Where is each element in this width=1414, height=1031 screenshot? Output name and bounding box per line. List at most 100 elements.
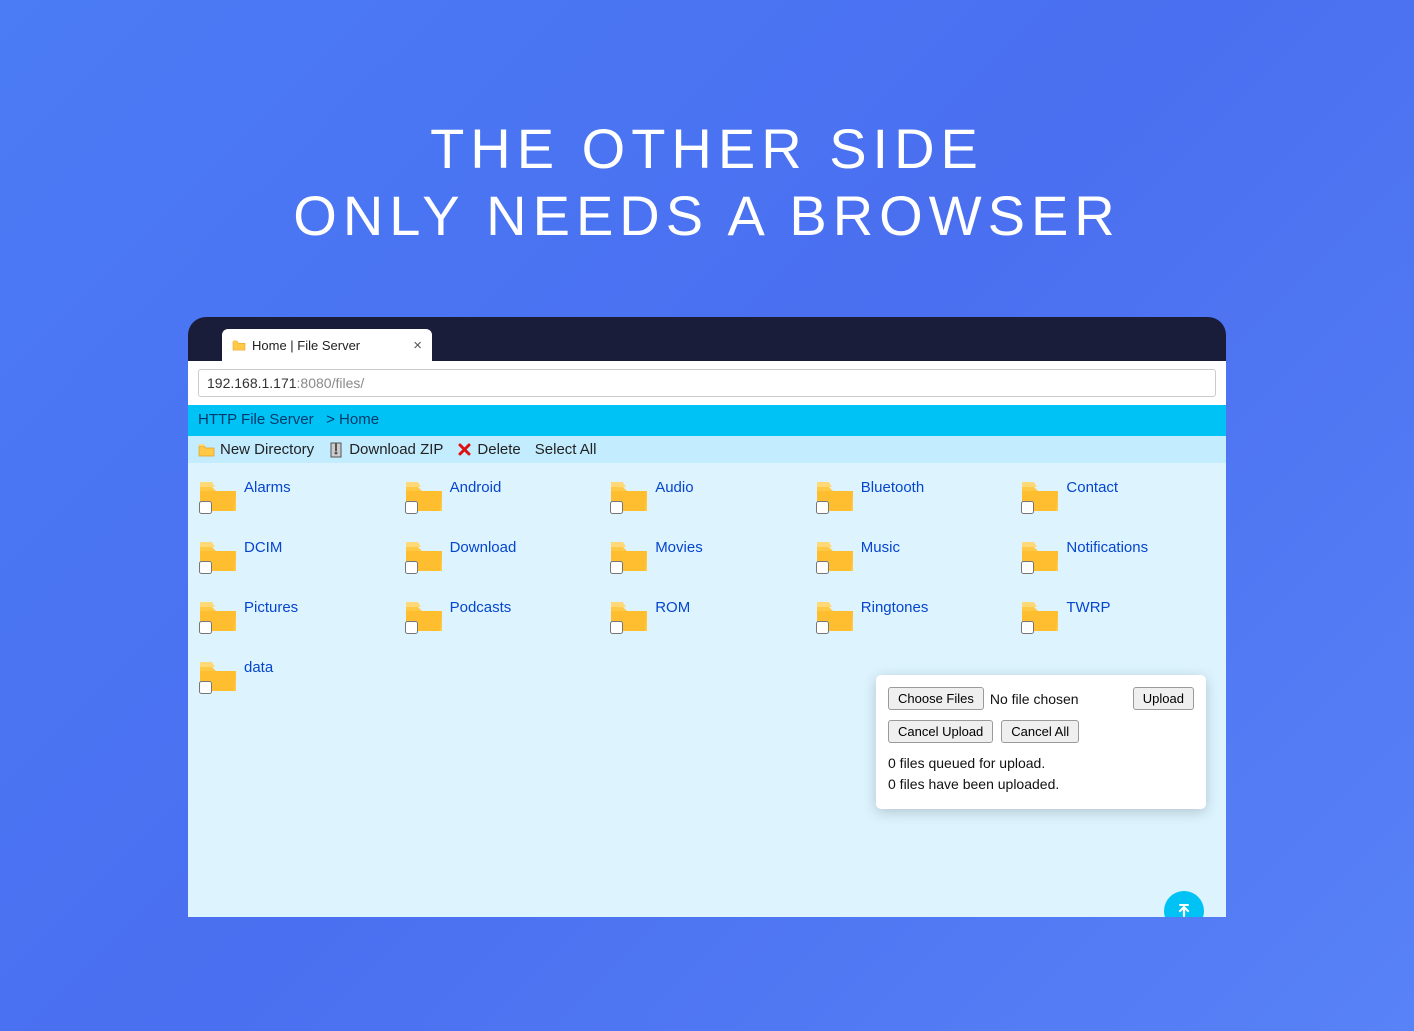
folder-icon xyxy=(1020,537,1060,575)
breadcrumb-sep: > xyxy=(326,411,335,428)
breadcrumb-app-link[interactable]: HTTP File Server xyxy=(198,411,314,428)
breadcrumb: HTTP File Server > Home xyxy=(188,405,1226,436)
folder-label[interactable]: Bluetooth xyxy=(861,479,924,496)
folder-checkbox[interactable] xyxy=(610,561,623,574)
breadcrumb-home-link[interactable]: Home xyxy=(339,411,379,428)
url-port-path: :8080/files/ xyxy=(297,375,365,391)
folder-label[interactable]: Podcasts xyxy=(450,599,512,616)
folder-checkbox[interactable] xyxy=(199,621,212,634)
upload-icon xyxy=(1174,901,1194,917)
delete-label: Delete xyxy=(477,441,520,458)
folder-label[interactable]: Movies xyxy=(655,539,703,556)
folder-icon xyxy=(198,477,238,515)
folder-item[interactable]: TWRP xyxy=(1020,597,1216,635)
folder-label[interactable]: TWRP xyxy=(1066,599,1110,616)
upload-button[interactable]: Upload xyxy=(1133,687,1194,710)
folder-item[interactable]: Music xyxy=(815,537,1011,575)
close-icon[interactable]: × xyxy=(413,337,422,354)
no-file-chosen-label: No file chosen xyxy=(990,691,1127,707)
folder-item[interactable]: Movies xyxy=(609,537,805,575)
folder-item[interactable]: Bluetooth xyxy=(815,477,1011,515)
folder-label[interactable]: Alarms xyxy=(244,479,291,496)
folder-item[interactable]: Ringtones xyxy=(815,597,1011,635)
folder-item[interactable]: Audio xyxy=(609,477,805,515)
folder-item[interactable]: Contact xyxy=(1020,477,1216,515)
folder-icon xyxy=(815,477,855,515)
folder-checkbox[interactable] xyxy=(610,501,623,514)
headline-line-2: ONLY NEEDS A BROWSER xyxy=(0,182,1414,249)
folder-label[interactable]: ROM xyxy=(655,599,690,616)
cancel-upload-button[interactable]: Cancel Upload xyxy=(888,720,993,743)
folder-checkbox[interactable] xyxy=(199,501,212,514)
url-bar[interactable]: 192.168.1.171:8080/files/ xyxy=(198,369,1216,397)
folder-item[interactable]: ROM xyxy=(609,597,805,635)
folder-item[interactable]: DCIM xyxy=(198,537,394,575)
upload-fab[interactable] xyxy=(1164,891,1204,917)
folder-label[interactable]: Contact xyxy=(1066,479,1118,496)
upload-status: 0 files queued for upload. 0 files have … xyxy=(888,753,1194,795)
folder-icon xyxy=(609,537,649,575)
browser-window: Home | File Server × 192.168.1.171:8080/… xyxy=(188,317,1226,917)
select-all-button[interactable]: Select All xyxy=(535,441,597,458)
url-host: 192.168.1.171 xyxy=(207,375,297,391)
delete-icon xyxy=(457,442,472,457)
folder-label[interactable]: Audio xyxy=(655,479,693,496)
folder-checkbox[interactable] xyxy=(816,621,829,634)
folder-label[interactable]: Ringtones xyxy=(861,599,929,616)
folder-icon xyxy=(609,477,649,515)
zip-icon xyxy=(328,442,344,458)
folder-item[interactable]: Download xyxy=(404,537,600,575)
download-zip-label: Download ZIP xyxy=(349,441,443,458)
folder-icon xyxy=(815,537,855,575)
folder-checkbox[interactable] xyxy=(816,501,829,514)
folder-icon xyxy=(198,537,238,575)
file-content-area: Alarms Android Audio Bluetooth Conta xyxy=(188,463,1226,917)
folder-icon xyxy=(1020,597,1060,635)
folder-checkbox[interactable] xyxy=(405,501,418,514)
delete-button[interactable]: Delete xyxy=(457,441,520,458)
download-zip-button[interactable]: Download ZIP xyxy=(328,441,443,458)
folder-icon xyxy=(404,537,444,575)
folder-icon xyxy=(198,657,238,695)
browser-tab[interactable]: Home | File Server × xyxy=(222,329,432,361)
folder-checkbox[interactable] xyxy=(199,561,212,574)
tab-bar: Home | File Server × xyxy=(188,317,1226,361)
folder-checkbox[interactable] xyxy=(405,561,418,574)
marketing-headline: THE OTHER SIDE ONLY NEEDS A BROWSER xyxy=(0,115,1414,249)
folder-label[interactable]: data xyxy=(244,659,273,676)
folder-item[interactable]: Notifications xyxy=(1020,537,1216,575)
folder-icon xyxy=(1020,477,1060,515)
tab-title: Home | File Server xyxy=(252,338,360,353)
folder-checkbox[interactable] xyxy=(1021,501,1034,514)
folder-item[interactable]: Android xyxy=(404,477,600,515)
folder-checkbox[interactable] xyxy=(816,561,829,574)
folder-grid: Alarms Android Audio Bluetooth Conta xyxy=(198,477,1216,695)
folder-label[interactable]: Notifications xyxy=(1066,539,1148,556)
cancel-all-button[interactable]: Cancel All xyxy=(1001,720,1079,743)
upload-panel: Choose Files No file chosen Upload Cance… xyxy=(876,675,1206,809)
folder-checkbox[interactable] xyxy=(1021,621,1034,634)
folder-icon xyxy=(232,339,246,351)
folder-checkbox[interactable] xyxy=(610,621,623,634)
upload-status-done: 0 files have been uploaded. xyxy=(888,774,1194,795)
folder-label[interactable]: Pictures xyxy=(244,599,298,616)
folder-label[interactable]: Music xyxy=(861,539,900,556)
folder-icon xyxy=(815,597,855,635)
folder-label[interactable]: Android xyxy=(450,479,502,496)
new-directory-label: New Directory xyxy=(220,441,314,458)
folder-label[interactable]: DCIM xyxy=(244,539,282,556)
upload-fab-area: Upload xyxy=(1162,891,1206,917)
folder-item[interactable]: Alarms xyxy=(198,477,394,515)
folder-item[interactable]: data xyxy=(198,657,394,695)
folder-checkbox[interactable] xyxy=(1021,561,1034,574)
folder-checkbox[interactable] xyxy=(405,621,418,634)
new-directory-button[interactable]: New Directory xyxy=(198,441,314,458)
folder-icon xyxy=(198,442,215,457)
folder-icon xyxy=(198,597,238,635)
folder-label[interactable]: Download xyxy=(450,539,517,556)
choose-files-button[interactable]: Choose Files xyxy=(888,687,984,710)
headline-line-1: THE OTHER SIDE xyxy=(0,115,1414,182)
folder-checkbox[interactable] xyxy=(199,681,212,694)
folder-item[interactable]: Podcasts xyxy=(404,597,600,635)
folder-item[interactable]: Pictures xyxy=(198,597,394,635)
